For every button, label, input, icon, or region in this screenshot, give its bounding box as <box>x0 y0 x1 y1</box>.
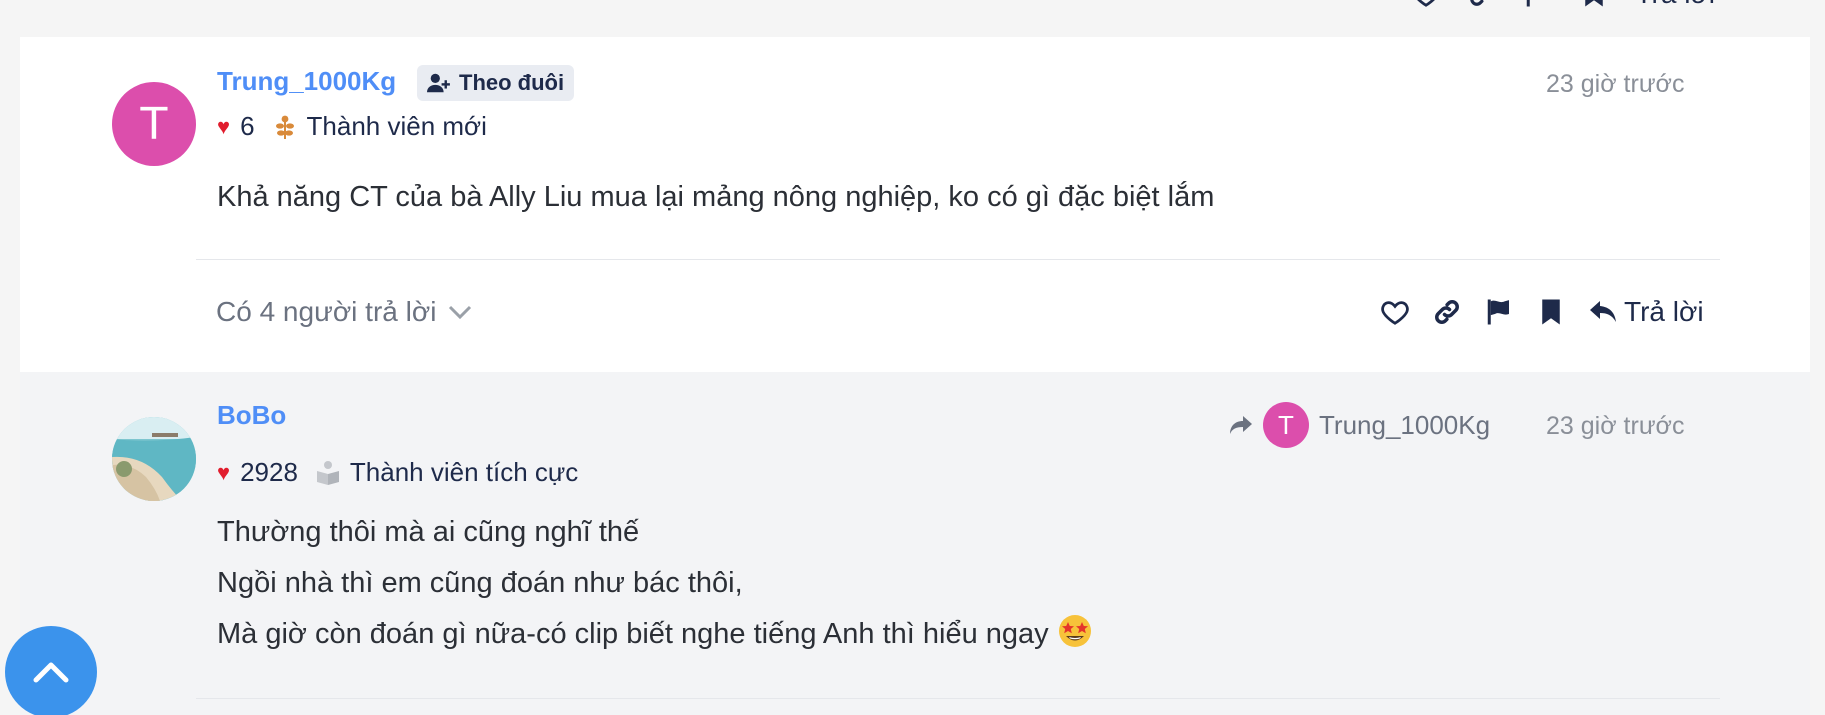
avatar[interactable]: T <box>112 82 196 166</box>
rank-label: Thành viên mới <box>306 111 487 141</box>
beach-photo <box>112 417 196 501</box>
content-line: Ngồi nhà thì em cũng đoán như bác thôi, <box>217 567 743 599</box>
reply-icon <box>1590 301 1616 322</box>
heart-icon: ♥ <box>217 459 231 485</box>
link-icon[interactable] <box>1432 297 1462 327</box>
comment-content: Khả năng CT của bà Ally Liu mua lại mảng… <box>217 172 1214 223</box>
user-meta: ♥ 2928 Thành viên tích cực <box>217 457 578 488</box>
previous-comment-actions: Trả lời <box>1411 0 1715 10</box>
previous-comment-actions-strip: Trả lời <box>0 0 1825 36</box>
flag-icon[interactable] <box>1523 0 1553 9</box>
bookmark-icon[interactable] <box>1536 297 1566 327</box>
likes-count: 2928 <box>240 457 298 487</box>
share-icon <box>1230 416 1252 434</box>
reply-label: Trả lời <box>1624 296 1704 327</box>
link-icon[interactable] <box>1467 0 1497 9</box>
chevron-down-icon <box>449 305 472 320</box>
reply-to[interactable]: T Trung_1000Kg <box>1229 402 1490 448</box>
reply-button[interactable]: Trả lời <box>1588 296 1704 328</box>
user-meta: ♥ 6 Thành viên mới <box>217 111 487 142</box>
username[interactable]: BoBo <box>217 400 286 431</box>
reply-to-username: Trung_1000Kg <box>1319 409 1491 440</box>
comment-actions: Trả lời <box>1380 296 1704 328</box>
rank-label: Thành viên tích cực <box>349 457 579 487</box>
username[interactable]: Trung_1000Kg <box>217 66 396 97</box>
comment-time: 23 giờ trước <box>1546 70 1685 98</box>
book-icon <box>316 460 339 485</box>
content-text: Mà giờ còn đoán gì nữa-có clip biết nghe… <box>217 618 1049 650</box>
content-line: Thường thôi mà ai cũng nghĩ thế <box>217 516 640 548</box>
content-line: Khả năng CT của bà Ally Liu mua lại mảng… <box>217 181 1215 213</box>
reply-to-avatar: T <box>1263 402 1309 448</box>
scroll-to-top-button[interactable] <box>5 626 97 715</box>
likes-count: 6 <box>240 111 255 141</box>
avatar-letter: T <box>140 98 168 150</box>
heart-icon[interactable] <box>1411 0 1441 9</box>
divider <box>196 698 1720 699</box>
user-plus-icon <box>427 73 450 93</box>
replies-label: Có 4 người trả lời <box>216 296 437 327</box>
content-line: Mà giờ còn đoán gì nữa-có clip biết nghe… <box>217 609 1093 660</box>
follow-label: Theo đuôi <box>459 70 565 95</box>
replies-toggle[interactable]: Có 4 người trả lời <box>216 296 472 328</box>
star-struck-emoji-icon <box>1058 615 1091 647</box>
sprout-icon <box>275 115 294 139</box>
heart-icon[interactable] <box>1380 297 1410 327</box>
reply-link[interactable]: Trả lời <box>1635 0 1715 10</box>
flag-icon[interactable] <box>1484 297 1514 327</box>
divider <box>196 259 1720 260</box>
chevron-up-icon <box>33 662 69 683</box>
bookmark-icon[interactable] <box>1579 0 1609 9</box>
comment-content: Thường thôi mà ai cũng nghĩ thế Ngồi nhà… <box>217 507 1093 660</box>
avatar[interactable] <box>112 417 196 501</box>
comment-time: 23 giờ trước <box>1546 412 1685 440</box>
heart-icon: ♥ <box>217 113 231 139</box>
follow-button[interactable]: Theo đuôi <box>417 65 575 101</box>
